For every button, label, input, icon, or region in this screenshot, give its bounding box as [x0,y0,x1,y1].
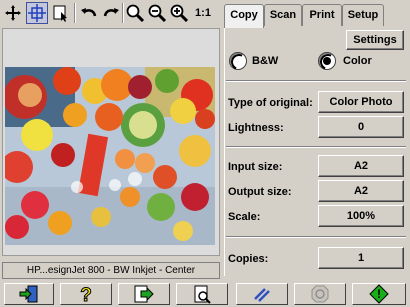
input-size-button[interactable]: A2 [318,155,404,177]
tab-print[interactable]: Print [302,4,342,26]
scale-label: Scale: [228,211,261,223]
copies-button[interactable]: 1 [318,247,404,269]
tab-scan[interactable]: Scan [264,4,302,26]
preview-scan-button[interactable] [118,283,170,305]
stop-icon [311,285,329,303]
preview-area[interactable] [2,28,220,256]
preview-status-bar: HP...esignJet 800 - BW Inkjet - Center [2,262,220,279]
redo-icon [103,8,119,17]
move-tool-button[interactable] [2,2,24,24]
output-size-button[interactable]: A2 [318,180,404,202]
zoom-icon [126,4,144,22]
color-radio[interactable] [317,51,339,73]
divider [226,236,406,238]
zoom-button[interactable] [124,2,146,24]
main-tabs: Copy Scan Print Setup [224,4,410,28]
exit-button[interactable] [4,283,54,305]
divider [226,80,406,82]
input-size-label: Input size: [228,161,283,173]
lightness-button[interactable]: 0 [318,116,404,138]
zoom-in-button[interactable] [168,2,190,24]
type-of-original-button[interactable]: Color Photo [318,91,404,113]
select-area-tool-button[interactable] [26,2,48,24]
zoom-out-icon [148,4,166,22]
print-preview-icon [194,285,211,304]
type-of-original-label: Type of original: [228,97,313,109]
cut-button[interactable] [236,283,288,305]
preview-scan-icon [134,285,154,303]
svg-text:!: ! [377,287,381,301]
copy-application-window: 1:1 HP...esignJet 800 - BW Inkjet - Cent… [0,0,410,307]
actual-size-icon: 1:1 [195,7,211,19]
bw-radio[interactable] [228,51,250,73]
print-preview-button[interactable] [176,283,228,305]
select-area-icon [28,4,46,22]
selection-pointer-button[interactable] [50,2,72,24]
cut-icon [254,288,270,302]
output-size-label: Output size: [228,186,292,198]
undo-button[interactable] [78,2,100,24]
undo-icon [81,8,97,17]
actual-size-button[interactable]: 1:1 [192,2,214,24]
scale-button[interactable]: 100% [318,205,404,227]
preview-toolbar: 1:1 [0,0,220,28]
bw-radio-label: B&W [252,55,279,67]
move-icon [5,5,21,21]
zoom-out-button[interactable] [146,2,168,24]
scanned-image-preview[interactable] [5,67,215,245]
help-icon: ? [80,285,93,305]
tab-setup[interactable]: Setup [342,4,384,26]
start-copy-button[interactable]: ! [352,283,406,305]
divider [226,146,406,148]
help-button[interactable]: ? [60,283,112,305]
redo-button[interactable] [100,2,122,24]
fruit-photo-image [5,67,215,245]
exit-icon [19,285,38,303]
selection-pointer-icon [53,5,67,22]
copies-label: Copies: [228,253,269,265]
settings-button[interactable]: Settings [346,30,404,50]
tab-copy[interactable]: Copy [224,4,264,28]
stop-button[interactable] [294,283,346,305]
svg-text:?: ? [80,285,92,304]
zoom-in-icon [170,4,188,22]
bottom-action-bar: ? ! [0,281,410,307]
start-copy-icon: ! [369,284,389,304]
color-radio-label: Color [343,55,372,67]
lightness-label: Lightness: [228,122,284,134]
